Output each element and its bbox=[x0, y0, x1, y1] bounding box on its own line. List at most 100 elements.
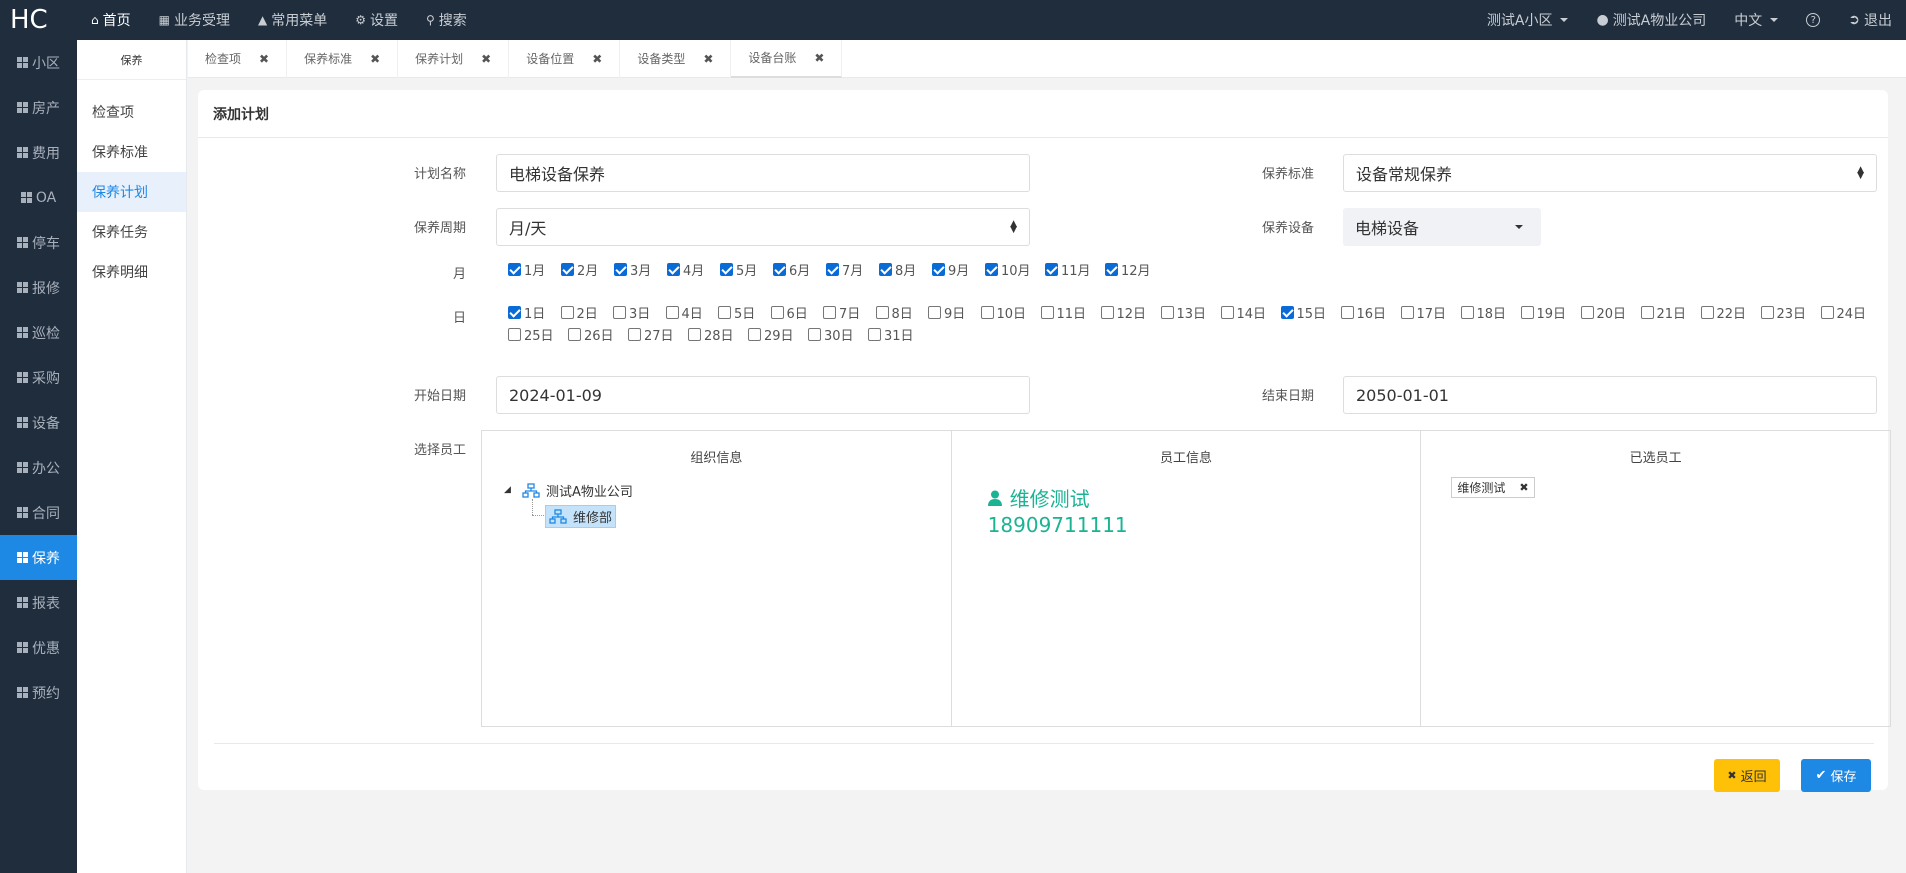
back-button[interactable]: ✖ 返回 bbox=[1714, 759, 1780, 792]
day-checkbox[interactable]: 6日 bbox=[770, 301, 824, 323]
close-icon[interactable]: ✖ bbox=[703, 52, 713, 66]
month-checkbox[interactable]: 7月 bbox=[826, 258, 879, 280]
sidebar-item[interactable]: 采购 bbox=[0, 355, 77, 400]
tab[interactable]: 设备位置 ✖ bbox=[509, 39, 621, 78]
checkbox-box[interactable] bbox=[1640, 305, 1654, 319]
checkbox-box[interactable] bbox=[688, 327, 701, 341]
org-tree-root[interactable]: 测试A物业公司 bbox=[522, 481, 633, 500]
close-icon[interactable]: ✖ bbox=[592, 52, 602, 66]
plan-name-input[interactable]: 电梯设备保养 bbox=[496, 154, 1030, 192]
month-checkbox[interactable]: 9月 bbox=[932, 258, 985, 280]
checkbox-box[interactable] bbox=[1760, 305, 1774, 319]
start-date-input[interactable]: 2024-01-09 bbox=[496, 376, 1030, 414]
day-checkbox[interactable]: 12日 bbox=[1100, 301, 1161, 323]
day-checkbox[interactable]: 17日 bbox=[1400, 301, 1461, 323]
sidebar-item[interactable]: 预约 bbox=[0, 670, 77, 715]
day-checkbox[interactable]: 11日 bbox=[1040, 301, 1101, 323]
month-checkbox[interactable]: 11月 bbox=[1045, 258, 1105, 280]
checkbox-box[interactable] bbox=[985, 262, 998, 276]
checkbox-box[interactable] bbox=[1820, 305, 1834, 319]
day-checkbox[interactable]: 22日 bbox=[1700, 301, 1761, 323]
checkbox-box[interactable] bbox=[720, 262, 733, 276]
tab[interactable]: 设备台账 ✖ bbox=[731, 39, 843, 78]
day-checkbox[interactable]: 4日 bbox=[665, 301, 719, 323]
nav-business[interactable]: ▦ 业务受理 bbox=[145, 0, 244, 40]
help-button[interactable]: ? bbox=[1792, 13, 1834, 27]
staff-entry[interactable]: 维修测试 bbox=[987, 483, 1090, 512]
checkbox-box[interactable] bbox=[508, 262, 521, 276]
checkbox-box[interactable] bbox=[568, 327, 581, 341]
checkbox-box[interactable] bbox=[770, 305, 784, 319]
day-checkbox[interactable]: 13日 bbox=[1160, 301, 1221, 323]
day-checkbox[interactable]: 3日 bbox=[613, 301, 666, 323]
end-date-input[interactable]: 2050-01-01 bbox=[1343, 376, 1877, 414]
day-checkbox[interactable]: 2日 bbox=[560, 301, 614, 323]
checkbox-box[interactable] bbox=[1700, 305, 1714, 319]
month-checkbox[interactable]: 8月 bbox=[879, 258, 932, 280]
checkbox-box[interactable] bbox=[826, 262, 839, 276]
checkbox-box[interactable] bbox=[1400, 305, 1414, 319]
day-checkbox[interactable]: 31日 bbox=[868, 323, 928, 345]
tab[interactable]: 检查项 ✖ bbox=[188, 39, 288, 78]
tab[interactable]: 保养标准 ✖ bbox=[287, 39, 399, 78]
checkbox-box[interactable] bbox=[508, 327, 521, 341]
day-checkbox[interactable]: 16日 bbox=[1340, 301, 1401, 323]
month-checkbox[interactable]: 2月 bbox=[561, 258, 614, 280]
checkbox-box[interactable] bbox=[748, 327, 761, 341]
sub-sidebar-item[interactable]: 保养明细 bbox=[77, 252, 186, 292]
month-checkbox[interactable]: 1月 bbox=[508, 258, 561, 280]
sidebar-item[interactable]: 设备 bbox=[0, 400, 77, 445]
month-checkbox[interactable]: 5月 bbox=[720, 258, 773, 280]
day-checkbox[interactable]: 15日 bbox=[1280, 301, 1341, 323]
day-checkbox[interactable]: 21日 bbox=[1640, 301, 1701, 323]
day-checkbox[interactable]: 27日 bbox=[628, 323, 688, 345]
month-checkbox[interactable]: 3月 bbox=[614, 258, 667, 280]
checkbox-box[interactable] bbox=[928, 305, 941, 319]
checkbox-box[interactable] bbox=[1220, 305, 1234, 319]
checkbox-box[interactable] bbox=[808, 327, 821, 341]
tab[interactable]: 设备类型 ✖ bbox=[620, 39, 732, 78]
sidebar-item[interactable]: 报修 bbox=[0, 265, 77, 310]
checkbox-box[interactable] bbox=[508, 305, 521, 319]
checkbox-box[interactable] bbox=[614, 262, 627, 276]
checkbox-box[interactable] bbox=[560, 305, 574, 319]
day-checkbox[interactable]: 28日 bbox=[688, 323, 748, 345]
checkbox-box[interactable] bbox=[868, 327, 881, 341]
community-dropdown[interactable]: 测试A小区 bbox=[1473, 10, 1583, 30]
checkbox-box[interactable] bbox=[1105, 262, 1118, 276]
sub-sidebar-item[interactable]: 保养标准 bbox=[77, 132, 186, 172]
day-checkbox[interactable]: 19日 bbox=[1520, 301, 1581, 323]
month-checkbox[interactable]: 10月 bbox=[985, 258, 1045, 280]
sidebar-item[interactable]: 费用 bbox=[0, 130, 77, 175]
checkbox-box[interactable] bbox=[1040, 305, 1054, 319]
day-checkbox[interactable]: 30日 bbox=[808, 323, 868, 345]
month-checkbox[interactable]: 6月 bbox=[773, 258, 826, 280]
month-checkbox[interactable]: 12月 bbox=[1105, 258, 1165, 280]
checkbox-box[interactable] bbox=[561, 262, 574, 276]
day-checkbox[interactable]: 24日 bbox=[1820, 301, 1891, 323]
close-icon[interactable]: ✖ bbox=[814, 51, 824, 65]
tree-collapse-icon[interactable]: ◢ bbox=[504, 485, 511, 495]
checkbox-box[interactable] bbox=[1460, 305, 1474, 319]
sidebar-item[interactable]: OA bbox=[0, 175, 77, 220]
day-checkbox[interactable]: 18日 bbox=[1460, 301, 1521, 323]
checkbox-box[interactable] bbox=[665, 305, 679, 319]
logout-button[interactable]: ➲ 退出 bbox=[1834, 10, 1906, 30]
checkbox-box[interactable] bbox=[1280, 305, 1294, 319]
remove-icon[interactable]: ✖ bbox=[1519, 481, 1528, 494]
day-checkbox[interactable]: 25日 bbox=[508, 323, 568, 345]
sidebar-item[interactable]: 合同 bbox=[0, 490, 77, 535]
sidebar-item[interactable]: 优惠 bbox=[0, 625, 77, 670]
checkbox-box[interactable] bbox=[773, 262, 786, 276]
checkbox-box[interactable] bbox=[932, 262, 945, 276]
sidebar-item[interactable]: 小区 bbox=[0, 40, 77, 85]
nav-settings[interactable]: ⚙ 设置 bbox=[341, 0, 412, 40]
period-select[interactable]: 月/天 ▲ ▼ bbox=[496, 208, 1030, 246]
sidebar-item[interactable]: 办公 bbox=[0, 445, 77, 490]
day-checkbox[interactable]: 14日 bbox=[1220, 301, 1281, 323]
close-icon[interactable]: ✖ bbox=[370, 52, 380, 66]
close-icon[interactable]: ✖ bbox=[259, 52, 269, 66]
close-icon[interactable]: ✖ bbox=[481, 52, 491, 66]
day-checkbox[interactable]: 5日 bbox=[718, 301, 771, 323]
day-checkbox[interactable]: 23日 bbox=[1760, 301, 1821, 323]
